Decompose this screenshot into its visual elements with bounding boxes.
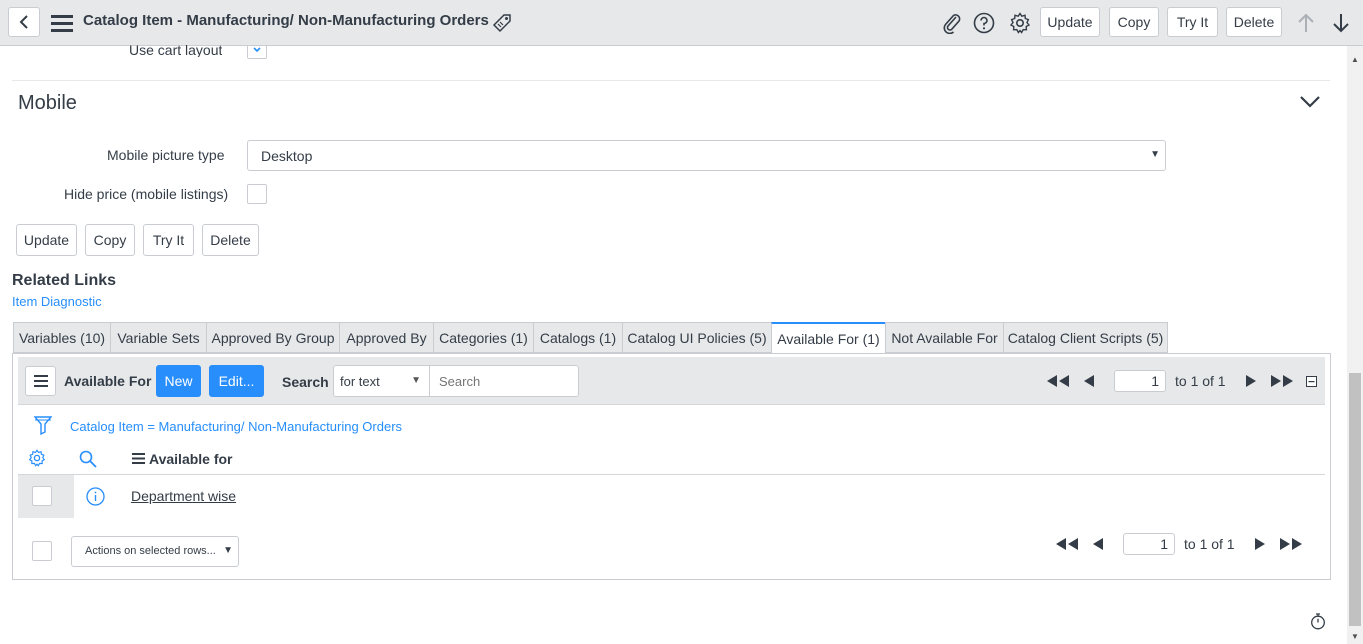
scroll-down-arrow-icon[interactable]: ▼ bbox=[1351, 632, 1359, 641]
bottom-page-range-text: to 1 of 1 bbox=[1184, 536, 1235, 552]
page-range-text: to 1 of 1 bbox=[1175, 373, 1226, 389]
tab-catalogs[interactable]: Catalogs (1) bbox=[533, 322, 623, 353]
chevron-left-icon bbox=[19, 15, 28, 29]
bottom-last-page-icon[interactable] bbox=[1278, 536, 1304, 552]
filter-breadcrumb-link[interactable]: Catalog Item = Manufacturing/ Non-Manufa… bbox=[70, 419, 402, 434]
hamburger-menu-icon[interactable] bbox=[50, 12, 74, 34]
paperclip-icon[interactable] bbox=[940, 11, 964, 35]
mobile-picture-type-select[interactable]: Desktop ▼ bbox=[247, 140, 1166, 171]
mobile-picture-type-label: Mobile picture type bbox=[107, 147, 225, 163]
dropdown-caret-icon: ▼ bbox=[1150, 149, 1160, 160]
scroll-up-arrow-icon[interactable]: ▲ bbox=[1351, 55, 1359, 64]
tab-available-for[interactable]: Available For (1) bbox=[771, 322, 886, 354]
first-page-icon[interactable] bbox=[1045, 373, 1071, 389]
previous-page-icon[interactable] bbox=[1082, 373, 1096, 389]
bottom-first-page-icon[interactable] bbox=[1054, 536, 1080, 552]
dropdown-caret-icon: ▼ bbox=[411, 375, 421, 386]
page-scrollbar-thumb[interactable] bbox=[1349, 373, 1361, 626]
row-checkbox[interactable] bbox=[32, 486, 52, 506]
info-icon[interactable] bbox=[85, 486, 105, 506]
gear-icon[interactable] bbox=[1008, 11, 1032, 35]
actions-select-value: Actions on selected rows... bbox=[85, 545, 216, 557]
list-menu-button[interactable] bbox=[25, 366, 56, 396]
update-button[interactable]: Update bbox=[16, 224, 77, 256]
header-copy-button[interactable]: Copy bbox=[1109, 7, 1159, 37]
hide-price-checkbox[interactable] bbox=[247, 184, 267, 204]
header-update-button[interactable]: Update bbox=[1040, 7, 1100, 37]
search-field-select[interactable]: for text ▼ bbox=[333, 365, 430, 397]
check-icon bbox=[253, 47, 261, 53]
use-cart-layout-checkbox[interactable] bbox=[247, 46, 267, 59]
list-settings-gear-icon[interactable] bbox=[27, 448, 47, 468]
filter-icon[interactable] bbox=[33, 414, 53, 436]
related-links-title: Related Links bbox=[12, 272, 117, 289]
new-button[interactable]: New bbox=[156, 365, 201, 397]
chevron-down-icon[interactable] bbox=[1298, 93, 1322, 111]
search-input[interactable] bbox=[429, 365, 579, 397]
list-title: Available For bbox=[64, 373, 152, 389]
hide-price-label: Hide price (mobile listings) bbox=[64, 186, 229, 202]
tab-approved-by[interactable]: Approved By bbox=[339, 322, 434, 353]
tab-approved-by-group[interactable]: Approved By Group bbox=[206, 322, 340, 353]
edit-button[interactable]: Edit... bbox=[209, 365, 264, 397]
delete-button[interactable]: Delete bbox=[202, 224, 259, 256]
collapse-list-icon[interactable] bbox=[1305, 375, 1317, 387]
dropdown-caret-icon: ▼ bbox=[223, 545, 233, 556]
hamburger-icon bbox=[33, 375, 48, 387]
help-icon[interactable] bbox=[972, 11, 996, 35]
search-icon[interactable] bbox=[78, 449, 98, 469]
row-link-available-for[interactable]: Department wise bbox=[131, 488, 236, 504]
actions-select[interactable]: Actions on selected rows... ▼ bbox=[71, 536, 239, 567]
tab-not-available-for[interactable]: Not Available For bbox=[885, 322, 1004, 353]
tab-catalog-client-scripts[interactable]: Catalog Client Scripts (5) bbox=[1003, 322, 1168, 353]
bottom-page-number-input[interactable] bbox=[1123, 533, 1175, 555]
form-header: Catalog Item - Manufacturing/ Non-Manufa… bbox=[0, 0, 1363, 46]
tab-variable-sets[interactable]: Variable Sets bbox=[110, 322, 207, 353]
arrow-up-icon[interactable] bbox=[1294, 11, 1318, 35]
section-title-mobile: Mobile bbox=[18, 92, 77, 114]
tag-icon[interactable] bbox=[490, 11, 514, 35]
last-page-icon[interactable] bbox=[1269, 373, 1295, 389]
tab-variables[interactable]: Variables (10) bbox=[13, 322, 111, 353]
stopwatch-icon[interactable] bbox=[1309, 612, 1327, 630]
bottom-previous-page-icon[interactable] bbox=[1091, 536, 1105, 552]
header-try-it-button[interactable]: Try It bbox=[1167, 7, 1218, 37]
form-title: Catalog Item - Manufacturing/ Non-Manufa… bbox=[83, 12, 489, 29]
tab-catalog-ui-policies[interactable]: Catalog UI Policies (5) bbox=[622, 322, 772, 353]
page-number-input[interactable] bbox=[1114, 370, 1166, 392]
try-it-button[interactable]: Try It bbox=[143, 224, 194, 256]
mobile-picture-type-value: Desktop bbox=[261, 148, 313, 164]
use-cart-layout-label: Use cart layout bbox=[129, 43, 223, 57]
copy-button[interactable]: Copy bbox=[85, 224, 135, 256]
header-divider bbox=[18, 474, 1325, 475]
tab-categories[interactable]: Categories (1) bbox=[433, 322, 534, 353]
item-diagnostic-link[interactable]: Item Diagnostic bbox=[12, 294, 102, 309]
search-field-value: for text bbox=[340, 374, 380, 389]
back-button[interactable] bbox=[8, 7, 40, 37]
arrow-down-icon[interactable] bbox=[1329, 11, 1353, 35]
column-header-available-for[interactable]: Available for bbox=[149, 451, 233, 467]
section-divider bbox=[12, 80, 1330, 81]
bottom-next-page-icon[interactable] bbox=[1253, 536, 1267, 552]
column-menu-icon[interactable] bbox=[131, 452, 145, 464]
search-label: Search bbox=[282, 374, 329, 390]
select-all-checkbox[interactable] bbox=[32, 541, 52, 561]
next-page-icon[interactable] bbox=[1244, 373, 1258, 389]
header-delete-button[interactable]: Delete bbox=[1226, 7, 1282, 37]
